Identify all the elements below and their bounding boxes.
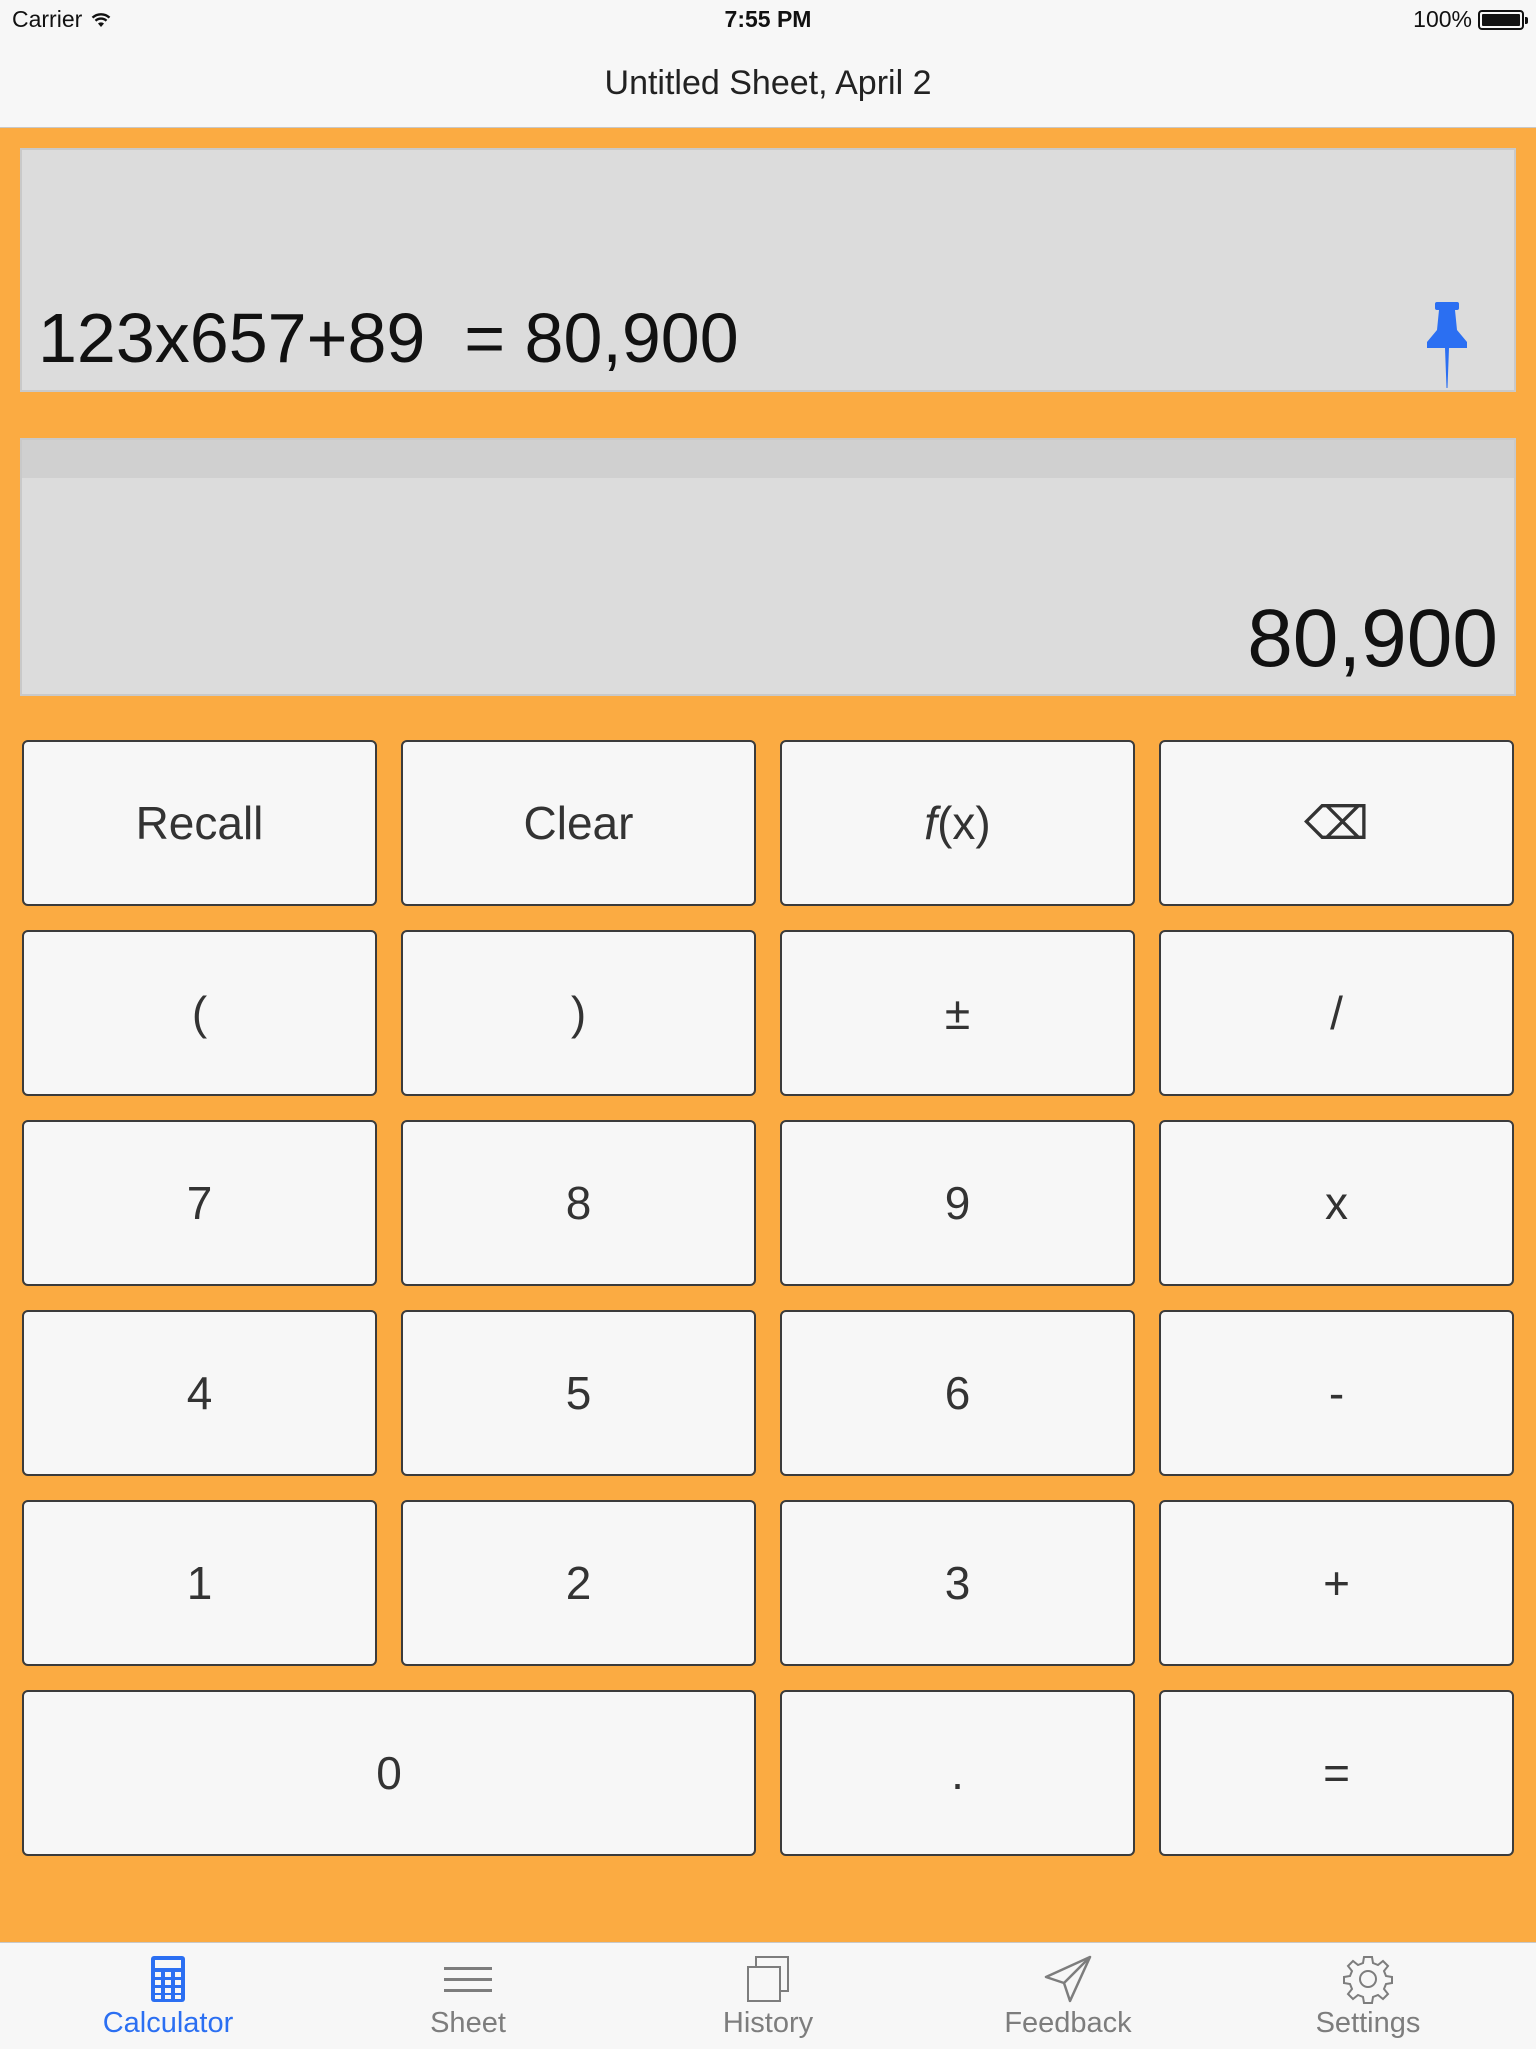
digit-4-button[interactable]: 4 — [22, 1310, 377, 1476]
tab-label: Settings — [1315, 2007, 1421, 2039]
expression-text: 123x657+89 = 80,900 — [38, 299, 739, 377]
recall-button[interactable]: Recall — [22, 740, 377, 906]
equals-button[interactable]: = — [1159, 1690, 1514, 1856]
tab-bar: Calculator Sheet History Feedback Settin… — [0, 1942, 1536, 2049]
battery-icon — [1478, 9, 1528, 30]
backspace-button[interactable]: ⌫ — [1159, 740, 1514, 906]
tab-settings[interactable]: Settings — [1218, 1943, 1518, 2049]
tab-label: Calculator — [102, 2007, 234, 2039]
minus-button[interactable]: - — [1159, 1310, 1514, 1476]
digit-7-button[interactable]: 7 — [22, 1120, 377, 1286]
result-panel: 80,900 — [20, 438, 1516, 696]
result-strip — [22, 440, 1514, 478]
history-icon — [747, 1956, 789, 2002]
plus-button[interactable]: + — [1159, 1500, 1514, 1666]
digit-0-button[interactable]: 0 — [22, 1690, 756, 1856]
tab-label: Sheet — [430, 2007, 506, 2039]
tab-calculator[interactable]: Calculator — [18, 1943, 318, 2049]
plus-minus-button[interactable]: ± — [780, 930, 1135, 1096]
function-x-label: (x) — [937, 797, 991, 849]
digit-8-button[interactable]: 8 — [401, 1120, 756, 1286]
tab-history[interactable]: History — [618, 1943, 918, 2049]
close-paren-button[interactable]: ) — [401, 930, 756, 1096]
sheet-title[interactable]: Untitled Sheet, April 2 — [0, 64, 1536, 103]
function-f-label: f — [924, 797, 938, 849]
digit-3-button[interactable]: 3 — [780, 1500, 1135, 1666]
function-button[interactable]: f (x) — [780, 740, 1135, 906]
expression-panel[interactable]: 123x657+89 = 80,900 — [20, 148, 1516, 392]
navigation-bar: Untitled Sheet, April 2 — [0, 40, 1536, 128]
status-bar: Carrier 7:55 PM 100% — [0, 0, 1536, 40]
divide-button[interactable]: / — [1159, 930, 1514, 1096]
digit-9-button[interactable]: 9 — [780, 1120, 1135, 1286]
decimal-button[interactable]: . — [780, 1690, 1135, 1856]
gear-icon — [1343, 1956, 1393, 2004]
digit-5-button[interactable]: 5 — [401, 1310, 756, 1476]
pin-icon[interactable] — [1424, 300, 1470, 390]
clear-button[interactable]: Clear — [401, 740, 756, 906]
digit-1-button[interactable]: 1 — [22, 1500, 377, 1666]
tab-feedback[interactable]: Feedback — [918, 1943, 1218, 2049]
tab-label: History — [722, 2007, 814, 2039]
clock: 7:55 PM — [724, 6, 812, 32]
sheet-icon — [444, 1967, 492, 1992]
calculator-icon — [151, 1956, 185, 2002]
multiply-button[interactable]: x — [1159, 1120, 1514, 1286]
calculator-area: 123x657+89 = 80,900 80,900 Recall Clear … — [0, 128, 1536, 1942]
tab-label: Feedback — [1004, 2007, 1132, 2039]
battery-percent: 100% — [1413, 6, 1472, 32]
digit-6-button[interactable]: 6 — [780, 1310, 1135, 1476]
open-paren-button[interactable]: ( — [22, 930, 377, 1096]
feedback-icon — [1044, 1955, 1092, 2003]
tab-sheet[interactable]: Sheet — [318, 1943, 618, 2049]
digit-2-button[interactable]: 2 — [401, 1500, 756, 1666]
result-display: 80,900 — [1247, 593, 1498, 684]
